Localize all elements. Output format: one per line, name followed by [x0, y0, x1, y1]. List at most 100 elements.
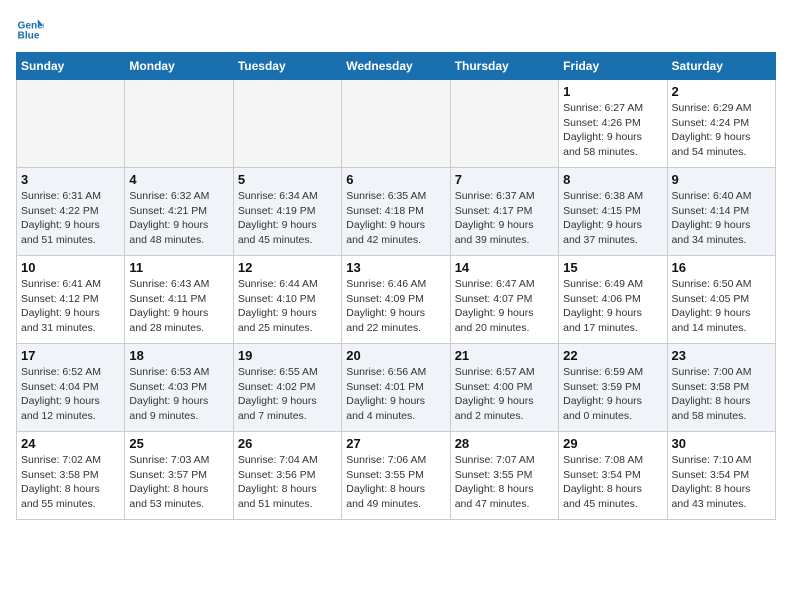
day-number: 9 — [672, 172, 771, 187]
weekday-header: Friday — [559, 53, 667, 80]
day-number: 22 — [563, 348, 662, 363]
calendar-cell — [450, 80, 558, 168]
calendar-cell: 25 Sunrise: 7:03 AM Sunset: 3:57 PM Dayli… — [125, 432, 233, 520]
calendar-cell: 21Sunrise: 6:57 AM Sunset: 4:00 PM Dayli… — [450, 344, 558, 432]
day-info: Sunrise: 6:47 AM Sunset: 4:07 PM Dayligh… — [455, 277, 554, 336]
day-info: Sunrise: 7:08 AM Sunset: 3:54 PM Dayligh… — [563, 453, 662, 512]
day-info: Sunrise: 6:50 AM Sunset: 4:05 PM Dayligh… — [672, 277, 771, 336]
day-number: 27 — [346, 436, 445, 451]
calendar-cell: 19 Sunrise: 6:55 AM Sunset: 4:02 PM Dayli… — [233, 344, 341, 432]
day-info: Sunrise: 6:37 AM Sunset: 4:17 PM Dayligh… — [455, 189, 554, 248]
day-info: Sunrise: 7:06 AM Sunset: 3:55 PM Dayligh… — [346, 453, 445, 512]
calendar-cell — [125, 80, 233, 168]
calendar-cell: 29 Sunrise: 7:08 AM Sunset: 3:54 PM Dayli… — [559, 432, 667, 520]
logo-icon: General Blue — [16, 16, 44, 44]
calendar-cell: 28 Sunrise: 7:07 AM Sunset: 3:55 PM Dayli… — [450, 432, 558, 520]
day-info: Sunrise: 7:10 AM Sunset: 3:54 PM Dayligh… — [672, 453, 771, 512]
day-number: 15 — [563, 260, 662, 275]
day-number: 4 — [129, 172, 228, 187]
day-number: 10 — [21, 260, 120, 275]
day-info: Sunrise: 7:07 AM Sunset: 3:55 PM Dayligh… — [455, 453, 554, 512]
calendar-cell — [233, 80, 341, 168]
calendar-cell: 6 Sunrise: 6:35 AM Sunset: 4:18 PM Daylig… — [342, 168, 450, 256]
day-info: Sunrise: 6:43 AM Sunset: 4:11 PM Dayligh… — [129, 277, 228, 336]
day-number: 24 — [21, 436, 120, 451]
calendar-week-row: 24 Sunrise: 7:02 AM Sunset: 3:58 PM Dayli… — [17, 432, 776, 520]
day-info: Sunrise: 6:46 AM Sunset: 4:09 PM Dayligh… — [346, 277, 445, 336]
calendar-cell: 18 Sunrise: 6:53 AM Sunset: 4:03 PM Dayli… — [125, 344, 233, 432]
day-info: Sunrise: 7:00 AM Sunset: 3:58 PM Dayligh… — [672, 365, 771, 424]
calendar-cell — [17, 80, 125, 168]
day-number: 19 — [238, 348, 337, 363]
day-info: Sunrise: 6:32 AM Sunset: 4:21 PM Dayligh… — [129, 189, 228, 248]
day-info: Sunrise: 6:35 AM Sunset: 4:18 PM Dayligh… — [346, 189, 445, 248]
day-info: Sunrise: 6:49 AM Sunset: 4:06 PM Dayligh… — [563, 277, 662, 336]
calendar-week-row: 3 Sunrise: 6:31 AM Sunset: 4:22 PM Daylig… — [17, 168, 776, 256]
calendar-cell: 4 Sunrise: 6:32 AM Sunset: 4:21 PM Daylig… — [125, 168, 233, 256]
day-number: 6 — [346, 172, 445, 187]
day-info: Sunrise: 6:56 AM Sunset: 4:01 PM Dayligh… — [346, 365, 445, 424]
calendar-cell: 10 Sunrise: 6:41 AM Sunset: 4:12 PM Dayli… — [17, 256, 125, 344]
day-info: Sunrise: 6:27 AM Sunset: 4:26 PM Dayligh… — [563, 101, 662, 160]
day-number: 26 — [238, 436, 337, 451]
day-info: Sunrise: 6:34 AM Sunset: 4:19 PM Dayligh… — [238, 189, 337, 248]
calendar-cell: 3 Sunrise: 6:31 AM Sunset: 4:22 PM Daylig… — [17, 168, 125, 256]
day-number: 14 — [455, 260, 554, 275]
calendar-cell: 27 Sunrise: 7:06 AM Sunset: 3:55 PM Dayli… — [342, 432, 450, 520]
calendar-cell: 30 Sunrise: 7:10 AM Sunset: 3:54 PM Dayli… — [667, 432, 775, 520]
calendar-week-row: 1 Sunrise: 6:27 AM Sunset: 4:26 PM Daylig… — [17, 80, 776, 168]
day-info: Sunrise: 6:38 AM Sunset: 4:15 PM Dayligh… — [563, 189, 662, 248]
day-number: 2 — [672, 84, 771, 99]
calendar-cell: 13Sunrise: 6:46 AM Sunset: 4:09 PM Dayli… — [342, 256, 450, 344]
day-number: 23 — [672, 348, 771, 363]
page-header: General Blue — [16, 16, 776, 44]
day-number: 7 — [455, 172, 554, 187]
calendar-cell: 24 Sunrise: 7:02 AM Sunset: 3:58 PM Dayli… — [17, 432, 125, 520]
calendar-cell: 2 Sunrise: 6:29 AM Sunset: 4:24 PM Daylig… — [667, 80, 775, 168]
calendar-cell: 14 Sunrise: 6:47 AM Sunset: 4:07 PM Dayli… — [450, 256, 558, 344]
calendar-cell: 26Sunrise: 7:04 AM Sunset: 3:56 PM Dayli… — [233, 432, 341, 520]
calendar-cell: 16 Sunrise: 6:50 AM Sunset: 4:05 PM Dayli… — [667, 256, 775, 344]
day-number: 18 — [129, 348, 228, 363]
day-number: 17 — [21, 348, 120, 363]
calendar-cell: 9 Sunrise: 6:40 AM Sunset: 4:14 PM Daylig… — [667, 168, 775, 256]
day-number: 20 — [346, 348, 445, 363]
day-info: Sunrise: 6:40 AM Sunset: 4:14 PM Dayligh… — [672, 189, 771, 248]
svg-text:Blue: Blue — [18, 31, 40, 42]
logo: General Blue — [16, 16, 44, 44]
day-number: 25 — [129, 436, 228, 451]
weekday-header: Wednesday — [342, 53, 450, 80]
calendar-cell: 8Sunrise: 6:38 AM Sunset: 4:15 PM Daylig… — [559, 168, 667, 256]
day-number: 1 — [563, 84, 662, 99]
day-info: Sunrise: 6:52 AM Sunset: 4:04 PM Dayligh… — [21, 365, 120, 424]
day-number: 11 — [129, 260, 228, 275]
weekday-header: Tuesday — [233, 53, 341, 80]
weekday-header: Monday — [125, 53, 233, 80]
day-number: 28 — [455, 436, 554, 451]
calendar-cell: 23 Sunrise: 7:00 AM Sunset: 3:58 PM Dayli… — [667, 344, 775, 432]
day-info: Sunrise: 6:59 AM Sunset: 3:59 PM Dayligh… — [563, 365, 662, 424]
day-info: Sunrise: 6:29 AM Sunset: 4:24 PM Dayligh… — [672, 101, 771, 160]
day-info: Sunrise: 6:53 AM Sunset: 4:03 PM Dayligh… — [129, 365, 228, 424]
day-number: 5 — [238, 172, 337, 187]
day-info: Sunrise: 6:57 AM Sunset: 4:00 PM Dayligh… — [455, 365, 554, 424]
calendar-cell: 7 Sunrise: 6:37 AM Sunset: 4:17 PM Daylig… — [450, 168, 558, 256]
day-number: 29 — [563, 436, 662, 451]
day-info: Sunrise: 7:02 AM Sunset: 3:58 PM Dayligh… — [21, 453, 120, 512]
calendar-week-row: 17 Sunrise: 6:52 AM Sunset: 4:04 PM Dayli… — [17, 344, 776, 432]
day-info: Sunrise: 6:41 AM Sunset: 4:12 PM Dayligh… — [21, 277, 120, 336]
day-number: 3 — [21, 172, 120, 187]
weekday-header: Thursday — [450, 53, 558, 80]
calendar-cell: 22 Sunrise: 6:59 AM Sunset: 3:59 PM Dayli… — [559, 344, 667, 432]
calendar-cell: 12Sunrise: 6:44 AM Sunset: 4:10 PM Dayli… — [233, 256, 341, 344]
day-info: Sunrise: 7:03 AM Sunset: 3:57 PM Dayligh… — [129, 453, 228, 512]
calendar-cell — [342, 80, 450, 168]
day-number: 12 — [238, 260, 337, 275]
calendar-week-row: 10 Sunrise: 6:41 AM Sunset: 4:12 PM Dayli… — [17, 256, 776, 344]
day-number: 30 — [672, 436, 771, 451]
day-info: Sunrise: 6:55 AM Sunset: 4:02 PM Dayligh… — [238, 365, 337, 424]
calendar-cell: 15 Sunrise: 6:49 AM Sunset: 4:06 PM Dayli… — [559, 256, 667, 344]
calendar-cell: 1 Sunrise: 6:27 AM Sunset: 4:26 PM Daylig… — [559, 80, 667, 168]
day-number: 16 — [672, 260, 771, 275]
day-info: Sunrise: 6:31 AM Sunset: 4:22 PM Dayligh… — [21, 189, 120, 248]
